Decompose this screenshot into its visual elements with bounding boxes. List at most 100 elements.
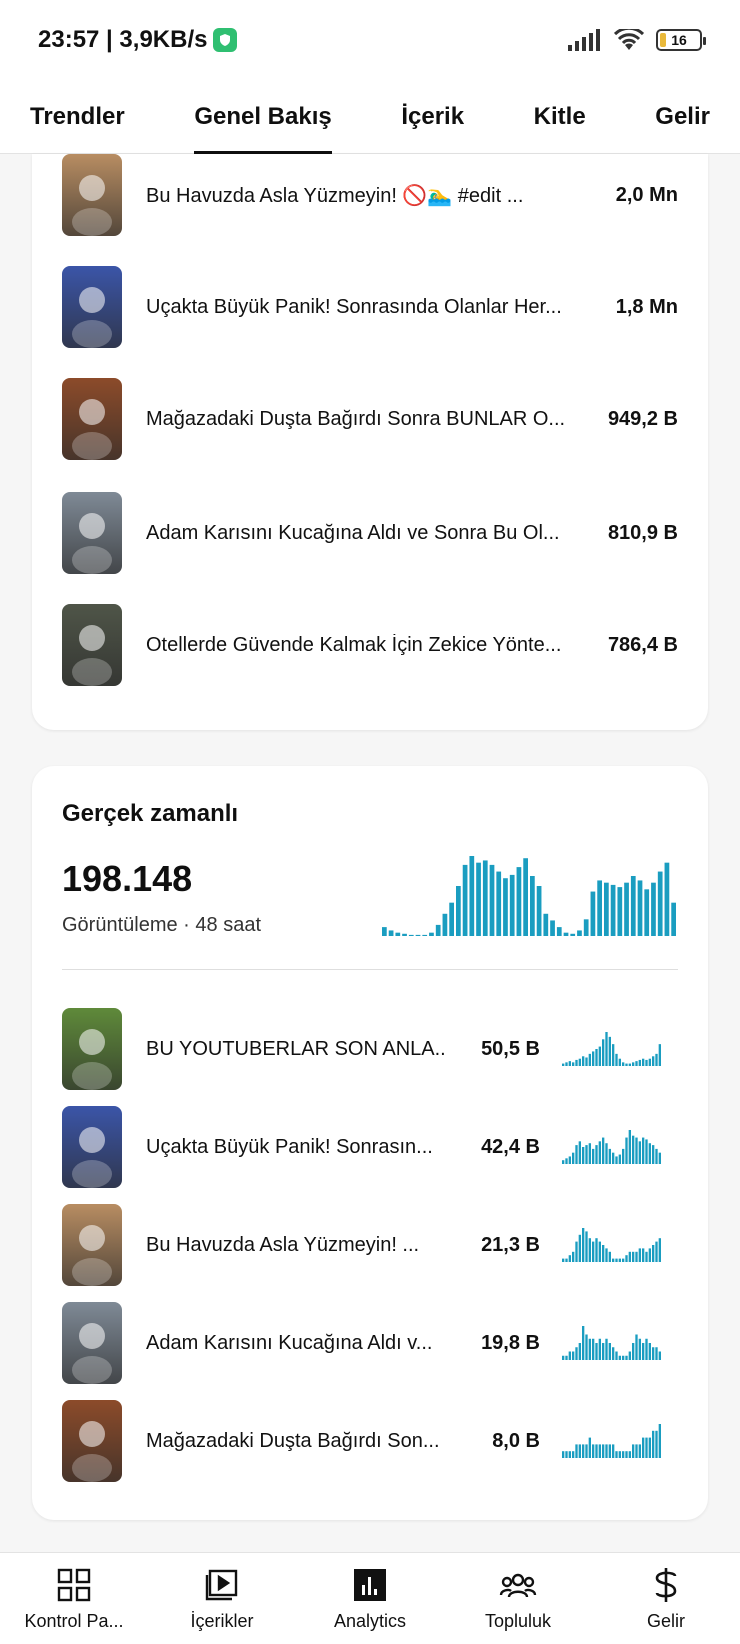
spark-bar bbox=[582, 1147, 585, 1164]
battery-level: 16 bbox=[671, 32, 687, 48]
list-item[interactable]: Adam Karısını Kucağına Aldı v... 19,8 B bbox=[62, 1302, 678, 1384]
spark-bar bbox=[651, 882, 656, 936]
spark-bar bbox=[562, 1355, 565, 1360]
wifi-icon bbox=[614, 29, 644, 50]
spark-bar bbox=[408, 934, 414, 936]
list-item[interactable]: Otellerde Güvende Kalmak İçin Zekice Yön… bbox=[62, 604, 678, 686]
video-title: Bu Havuzda Asla Yüzmeyin! ... bbox=[146, 1233, 420, 1256]
spark-bar bbox=[625, 1451, 628, 1458]
dashboard-icon bbox=[54, 1565, 94, 1605]
list-item[interactable]: Bu Havuzda Asla Yüzmeyin! 🚫🏊‍♂️ #edit ..… bbox=[62, 154, 678, 236]
spark-bar bbox=[657, 871, 663, 936]
video-sparkline bbox=[562, 1130, 661, 1164]
spark-bar bbox=[622, 1062, 625, 1066]
spark-bar bbox=[658, 1152, 661, 1164]
spark-bar bbox=[565, 1062, 568, 1066]
spark-bar bbox=[482, 860, 488, 936]
signal-icon bbox=[568, 29, 600, 51]
nav-item-community[interactable]: Topluluk bbox=[444, 1553, 592, 1632]
spark-bar bbox=[658, 1238, 661, 1262]
spark-bar bbox=[658, 1351, 661, 1360]
spark-bar bbox=[572, 1251, 575, 1262]
spark-bar bbox=[598, 1046, 601, 1066]
spark-bar bbox=[592, 1241, 595, 1262]
list-item[interactable]: Mağazadaki Duşta Bağırdı Son... 8,0 B bbox=[62, 1400, 678, 1482]
spark-bar bbox=[602, 1343, 605, 1360]
status-bar: 23:57 | 3,9KB/s 16 bbox=[0, 0, 740, 80]
tab-kitle[interactable]: Kitle bbox=[534, 80, 586, 154]
nav-item-analytics[interactable]: Analytics bbox=[296, 1553, 444, 1632]
tab-icerik[interactable]: İçerik bbox=[401, 80, 464, 154]
video-thumbnail bbox=[62, 1204, 122, 1286]
spark-bar bbox=[618, 1451, 621, 1458]
spark-bar bbox=[578, 1234, 581, 1262]
spark-bar bbox=[618, 1154, 621, 1164]
list-item[interactable]: Mağazadaki Duşta Bağırdı Sonra BUNLAR O.… bbox=[62, 378, 678, 460]
spark-bar bbox=[645, 1338, 648, 1360]
spark-bar bbox=[585, 1231, 588, 1262]
spark-bar bbox=[595, 1444, 598, 1458]
tab-gelir[interactable]: Gelir bbox=[655, 80, 710, 154]
list-item[interactable]: Uçakta Büyük Panik! Sonrasında Olanlar H… bbox=[62, 266, 678, 348]
nav-item-dashboard[interactable]: Kontrol Pa... bbox=[0, 1553, 148, 1632]
spark-bar bbox=[489, 864, 495, 936]
spark-bar bbox=[622, 1258, 625, 1262]
spark-bar bbox=[632, 1135, 635, 1164]
spark-bar bbox=[588, 1338, 591, 1360]
content-icon bbox=[202, 1565, 242, 1605]
spark-bar bbox=[648, 1343, 651, 1360]
list-item[interactable]: BU YOUTUBERLAR SON ANLA... 50,5 B bbox=[62, 1008, 678, 1090]
nav-item-content[interactable]: İçerikler bbox=[148, 1553, 296, 1632]
realtime-sparkline bbox=[382, 856, 676, 936]
list-item[interactable]: Bu Havuzda Asla Yüzmeyin! ... 21,3 B bbox=[62, 1204, 678, 1286]
spark-bar bbox=[562, 1258, 565, 1262]
spark-bar bbox=[622, 1451, 625, 1458]
spark-bar bbox=[578, 1444, 581, 1458]
spark-bar bbox=[585, 1057, 588, 1066]
nav-item-revenue[interactable]: Gelir bbox=[592, 1553, 740, 1632]
spark-bar bbox=[449, 902, 454, 936]
spark-bar bbox=[565, 1158, 568, 1164]
list-item[interactable]: Uçakta Büyük Panik! Sonrasın... 42,4 B bbox=[62, 1106, 678, 1188]
spark-bar bbox=[595, 1238, 598, 1262]
bottom-nav: Kontrol Pa... İçerikler Analytics Toplul… bbox=[0, 1552, 740, 1644]
spark-bar bbox=[575, 1444, 578, 1458]
spark-bar bbox=[610, 884, 616, 936]
spark-bar bbox=[615, 1351, 618, 1360]
spark-bar bbox=[568, 1451, 571, 1458]
spark-bar bbox=[543, 913, 549, 936]
spark-bar bbox=[632, 1444, 635, 1458]
video-sparkline bbox=[562, 1326, 661, 1360]
status-left: 23:57 | 3,9KB/s bbox=[38, 26, 238, 54]
spark-bar bbox=[435, 924, 441, 936]
video-thumbnail bbox=[62, 266, 122, 348]
spark-bar bbox=[658, 1424, 661, 1458]
spark-bar bbox=[562, 1451, 565, 1458]
realtime-title: Gerçek zamanlı bbox=[62, 800, 239, 827]
spark-bar bbox=[608, 1251, 611, 1262]
video-thumbnail bbox=[62, 604, 122, 686]
spark-bar bbox=[612, 1258, 615, 1262]
spark-bar bbox=[562, 1063, 565, 1066]
spark-bar bbox=[575, 1059, 578, 1066]
video-title: Otellerde Güvende Kalmak İçin Zekice Yön… bbox=[146, 633, 562, 656]
spark-bar bbox=[462, 864, 468, 936]
spark-bar bbox=[612, 1347, 615, 1360]
video-title: Mağazadaki Duşta Bağırdı Son... bbox=[146, 1429, 440, 1452]
spark-bar bbox=[645, 1251, 648, 1262]
status-time-speed: 23:57 | 3,9KB/s bbox=[38, 26, 208, 53]
video-title: BU YOUTUBERLAR SON ANLA... bbox=[146, 1037, 446, 1060]
nav-label: Kontrol Pa... bbox=[24, 1611, 124, 1631]
spark-bar bbox=[628, 1351, 631, 1360]
tab-genel-bakis[interactable]: Genel Bakış bbox=[194, 80, 333, 154]
spark-bar bbox=[628, 1063, 631, 1066]
spark-bar bbox=[516, 867, 522, 936]
spark-bar bbox=[648, 1248, 651, 1262]
video-views: 42,4 B bbox=[481, 1135, 540, 1158]
spark-bar bbox=[632, 1251, 635, 1262]
spark-bar bbox=[598, 1338, 601, 1360]
tab-trendler[interactable]: Trendler bbox=[30, 80, 125, 154]
spark-bar bbox=[592, 1444, 595, 1458]
spark-bar bbox=[638, 1248, 641, 1262]
list-item[interactable]: Adam Karısını Kucağına Aldı ve Sonra Bu … bbox=[62, 492, 678, 574]
